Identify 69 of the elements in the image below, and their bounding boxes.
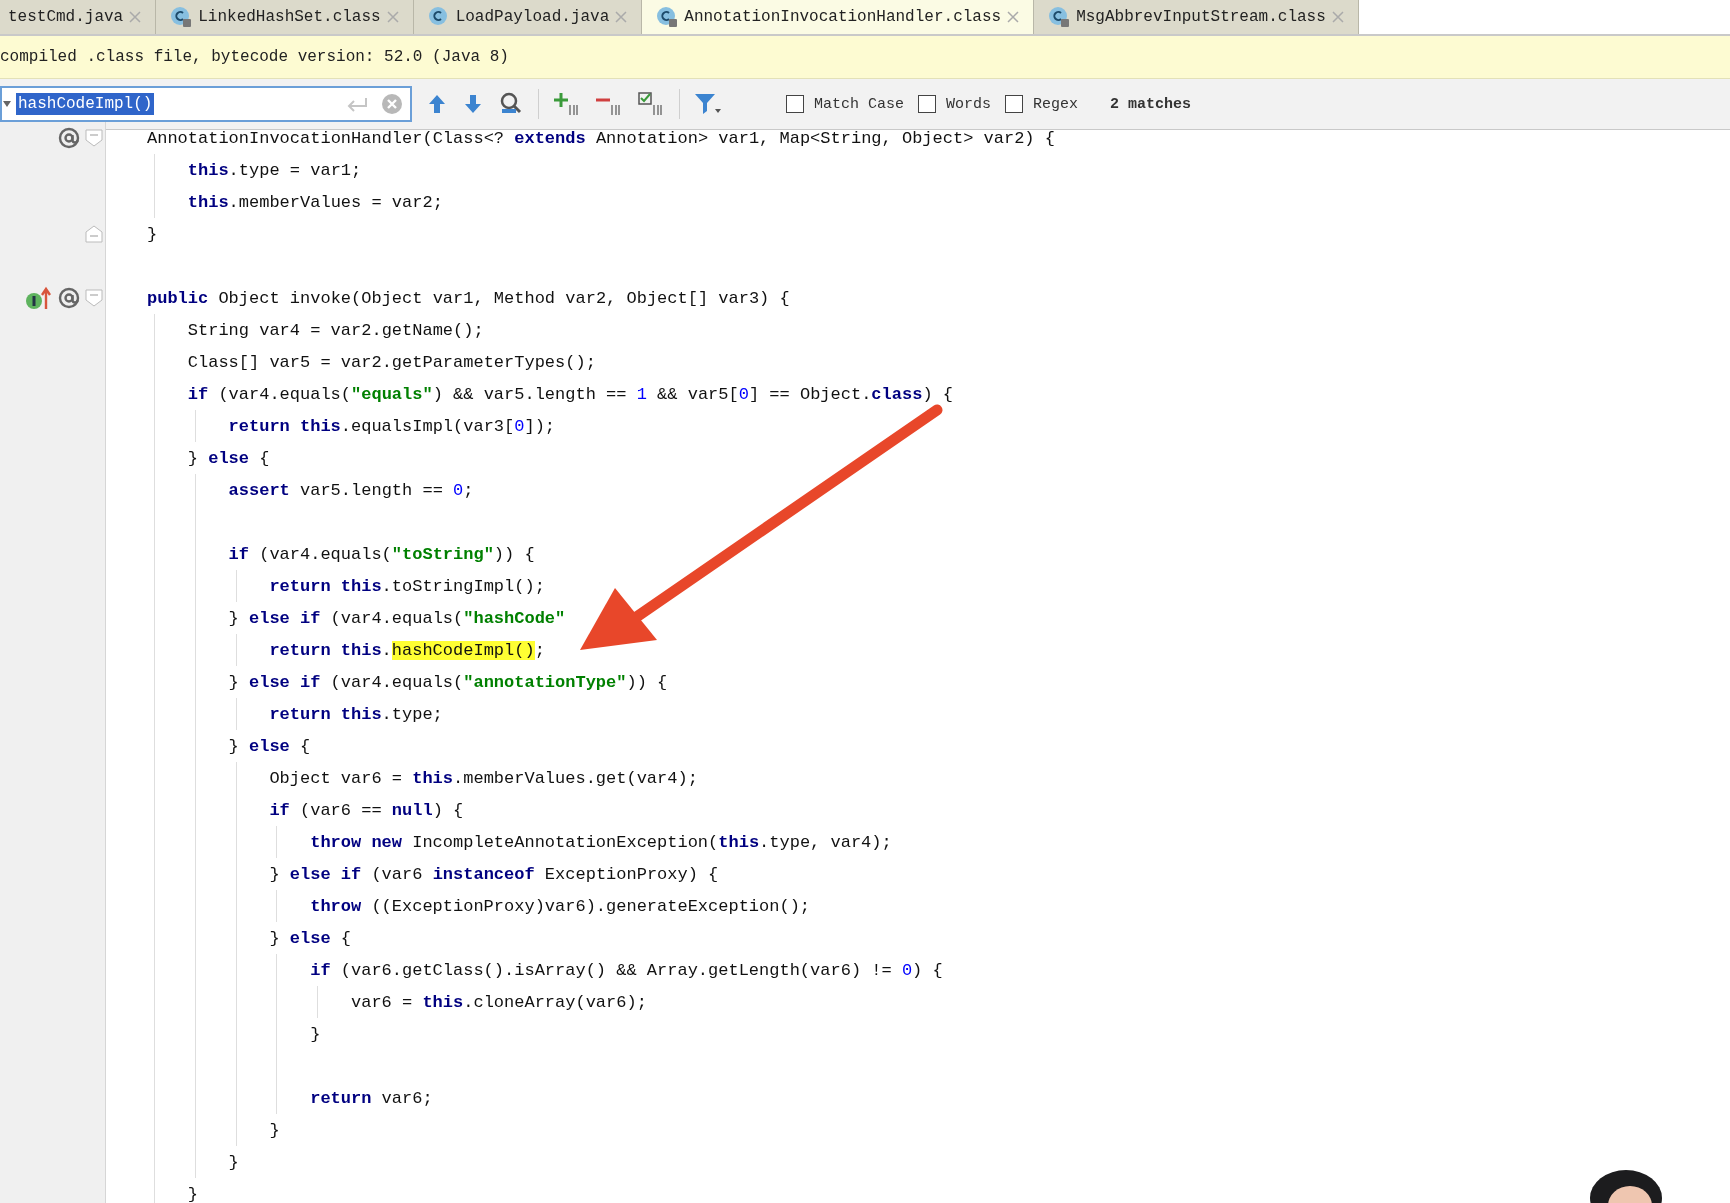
locked-class-icon bbox=[656, 6, 679, 28]
code-line: return this.equalsImpl(var3[0]); bbox=[228, 416, 556, 436]
clear-icon[interactable] bbox=[380, 92, 404, 116]
code-line: return this.type; bbox=[269, 704, 443, 724]
code-line: String var4 = var2.getName(); bbox=[187, 320, 484, 340]
option-checkbox[interactable]: Regex bbox=[1005, 95, 1079, 113]
tab-label: LinkedHashSet.class bbox=[198, 8, 381, 26]
option-checkbox[interactable]: Words bbox=[918, 95, 992, 113]
editor-tab[interactable]: AnnotationInvocationHandler.class bbox=[642, 0, 1035, 34]
tab-label: MsgAbbrevInputStream.class bbox=[1076, 8, 1326, 26]
fold-marker-icon[interactable] bbox=[85, 129, 103, 147]
editor-tab[interactable]: LoadPayload.java bbox=[413, 0, 643, 34]
code-line: public Object invoke(Object var1, Method var2, Object[] var3) { bbox=[147, 288, 790, 308]
code-line: this.memberValues = var2; bbox=[187, 192, 443, 212]
code-line: } else { bbox=[228, 736, 311, 756]
code-line: } bbox=[310, 1024, 321, 1044]
dropdown-caret-icon[interactable] bbox=[2, 99, 12, 109]
code-line: if (var4.equals("equals") && var5.length == 1 && var5[0] == Object.class) { bbox=[187, 384, 953, 404]
banner-text: compiled .class file, bytecode version: 52.0 (Java 8) bbox=[0, 48, 509, 66]
code-line: if (var6 == null) { bbox=[269, 800, 464, 820]
editor-tab[interactable]: MsgAbbrevInputStream.class bbox=[1034, 0, 1359, 34]
editor-tab[interactable]: testCmd.java bbox=[0, 0, 157, 34]
code-line: } bbox=[187, 1184, 198, 1203]
close-icon[interactable] bbox=[129, 11, 142, 23]
previous-match-icon[interactable] bbox=[426, 93, 448, 115]
code-line: } else if (var4.equals("annotationType")) { bbox=[228, 672, 668, 692]
code-line: } bbox=[147, 224, 158, 244]
at-sign-icon[interactable] bbox=[57, 286, 81, 310]
code-line: this.type = var1; bbox=[187, 160, 362, 180]
select-all-occurrences-icon[interactable] bbox=[637, 91, 665, 117]
fold-marker-icon[interactable] bbox=[85, 289, 103, 307]
tab-label: testCmd.java bbox=[8, 8, 124, 26]
code-line: Object var6 = this.memberValues.get(var4); bbox=[269, 768, 698, 788]
code-line: assert var5.length == 0; bbox=[228, 480, 474, 500]
code-line: } else { bbox=[187, 448, 270, 468]
close-icon[interactable] bbox=[615, 11, 628, 23]
code-line: throw new IncompleteAnnotationException(this.type, var4); bbox=[310, 832, 892, 852]
filter-icon[interactable] bbox=[694, 92, 722, 116]
add-occurrence-icon[interactable] bbox=[553, 91, 581, 117]
enter-icon[interactable] bbox=[346, 96, 368, 112]
close-icon[interactable] bbox=[386, 11, 399, 23]
at-sign-icon[interactable] bbox=[57, 126, 81, 150]
code-line: return var6; bbox=[310, 1088, 433, 1108]
fold-marker-icon[interactable] bbox=[85, 225, 103, 243]
close-icon[interactable] bbox=[1007, 11, 1020, 23]
next-match-icon[interactable] bbox=[462, 93, 484, 115]
code-line: if (var6.getClass().isArray() && Array.getLength(var6) != 0) { bbox=[310, 960, 943, 980]
code-line: return this.toStringImpl(); bbox=[269, 576, 545, 596]
tab-label: LoadPayload.java bbox=[455, 8, 610, 26]
tab-label: AnnotationInvocationHandler.class bbox=[684, 8, 1002, 26]
code-line: } else { bbox=[269, 928, 351, 948]
code-line: var6 = this.cloneArray(var6); bbox=[351, 992, 647, 1012]
locked-class-icon bbox=[1048, 6, 1071, 28]
locked-class-icon bbox=[170, 6, 193, 28]
code-line: } else if (var4.equals("hashCode" bbox=[228, 608, 566, 628]
code-line: } bbox=[228, 1152, 239, 1172]
code-line: throw ((ExceptionProxy)var6).generateException(); bbox=[310, 896, 811, 916]
search-field[interactable]: hashCodeImpl() bbox=[0, 86, 412, 122]
implements-method-icon[interactable] bbox=[25, 285, 53, 311]
code-line: } bbox=[269, 1120, 280, 1140]
code-line: if (var4.equals("toString")) { bbox=[228, 544, 535, 564]
code-line: Class[] var5 = var2.getParameterTypes(); bbox=[187, 352, 596, 372]
match-count: 2 matches bbox=[1110, 95, 1192, 113]
close-icon[interactable] bbox=[1331, 11, 1344, 23]
code-line: AnnotationInvocationHandler(Class<? extends Annotation> var1, Map<String, Object> var2) { bbox=[147, 128, 1055, 148]
class-icon bbox=[427, 6, 450, 28]
editor-tab[interactable]: LinkedHashSet.class bbox=[156, 0, 414, 34]
option-checkbox[interactable]: Match Case bbox=[786, 95, 904, 113]
code-line: } else if (var6 instanceof ExceptionProxy) { bbox=[269, 864, 719, 884]
